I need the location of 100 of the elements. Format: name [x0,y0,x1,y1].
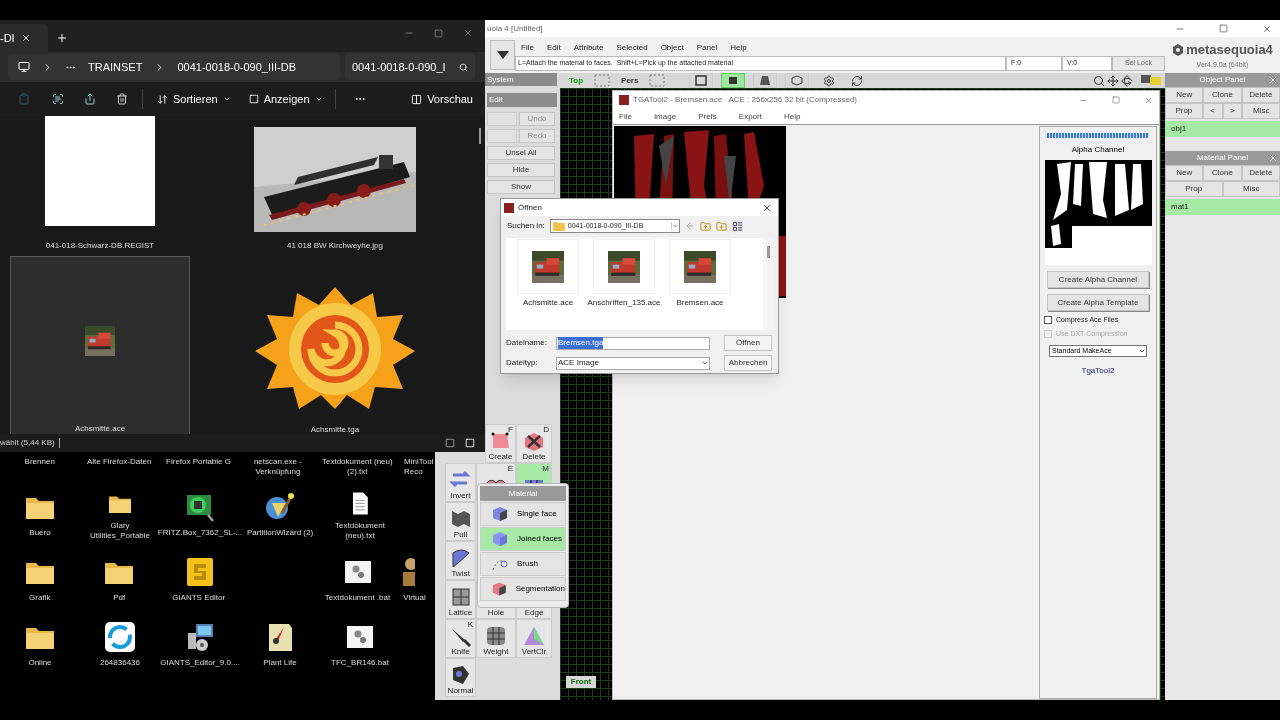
close-icon[interactable] [20,33,31,43]
desktop-icon-label[interactable]: MiniTool Reco [401,457,435,477]
desktop-icon-label[interactable]: Textdokument (neu).txt [320,521,400,541]
panel-button[interactable]: < [1202,103,1223,119]
dropdown-button[interactable] [490,40,515,70]
menu-item[interactable]: Attribute [573,42,604,54]
shading-button[interactable] [721,73,746,88]
desktop-icon-label[interactable]: Textdokument .bat [322,593,393,603]
desktop-icon-label[interactable]: Plant Life [261,658,299,668]
tool-button[interactable]: Twist [445,541,476,580]
action-button[interactable]: Create Alpha Template [1047,294,1149,311]
view-tab[interactable]: Pers [618,74,642,87]
desktop-icon-label[interactable]: Pdf [111,593,128,603]
maximize-icon[interactable] [1219,23,1228,33]
shading-button[interactable] [785,73,810,88]
action-button[interactable]: Create Alpha Channel [1047,271,1149,288]
shading-button[interactable] [753,73,778,88]
tiles-view-icon[interactable] [465,438,475,448]
tool-button[interactable]: K Knife [445,619,476,658]
cancel-button[interactable]: Abbrechen [724,355,772,371]
menu-item[interactable]: Object [660,42,684,54]
tool-button[interactable]: D Delete [516,424,552,463]
checkbox[interactable] [1044,316,1052,325]
edit-button[interactable]: Show [487,180,555,194]
tool-button[interactable]: Lattice [445,580,476,619]
desktop-icon-label[interactable]: netscan.exe - Verknüpfung [238,457,318,477]
menu-item[interactable]: File [521,42,534,54]
tool-button[interactable]: F Create [485,424,516,463]
move-icon[interactable] [1107,74,1119,87]
open-button[interactable]: Öffnen [724,335,772,351]
file-tile[interactable]: Achsmitte.ace [10,256,190,434]
desktop-icon-label[interactable]: Grafik [27,593,53,603]
panel-list-item[interactable]: obj1 [1165,121,1280,137]
file-tile[interactable]: 41 018 BW Kirchweyhe.jpg [245,116,425,254]
panel-button[interactable]: Delete [1241,87,1280,103]
tool-button[interactable]: Invert [445,463,476,502]
panel-button[interactable]: Prop [1165,103,1203,119]
new-tab-icon[interactable] [56,32,68,44]
refresh-icon[interactable] [851,74,864,87]
desktop-icon-label[interactable]: Textdokument (neu) (2).txt [317,457,398,477]
path-segment[interactable]: 0041-0018-0-090_III-DB [177,58,297,76]
shading-button[interactable] [689,73,714,88]
desktop-icon-label[interactable]: Buero [27,528,53,538]
panel-button[interactable]: > [1222,103,1243,119]
address-bar[interactable]: TRAINSET 0041-0018-0-090_III-DB [8,54,340,80]
file-tile[interactable]: 041-018-Schwarz-DB.REGIST [10,116,190,254]
panel-button[interactable]: Clone [1203,87,1242,103]
preview-button[interactable]: Vorschau [411,90,473,108]
menu-item[interactable]: Help [783,110,801,123]
view-button[interactable]: Anzeigen [248,90,323,108]
filetype-select[interactable]: ACE Image [556,356,710,370]
panel-button[interactable]: Misc [1242,103,1280,119]
menu-item[interactable]: Export [738,110,762,123]
menu-item[interactable]: Help [730,42,747,54]
menu-item[interactable]: Edit [546,42,561,54]
rename-icon[interactable] [52,93,64,105]
zoom-icon[interactable] [1093,74,1105,87]
material-option[interactable]: Brush [480,552,566,576]
tool-button[interactable]: VertClr [516,619,552,658]
desktop-icon-label[interactable]: Alte Firefox-Daten [79,457,159,477]
menu-item[interactable]: Panel [696,42,718,54]
details-view-icon[interactable] [445,438,455,448]
desktop-icon-label[interactable]: FRITZ.Box_7362_SL-... [155,528,245,538]
menu-item[interactable]: Selected [616,42,648,54]
menu-item[interactable]: Image [653,110,677,123]
desktop-icon-label[interactable]: Virtual [401,593,428,603]
material-option[interactable]: Single face [480,502,566,526]
edit-button[interactable]: Unsel All [487,146,555,160]
desktop-icon-label[interactable]: 264836436 [97,658,142,668]
desktop-icon-label[interactable]: GIANTS Editor [170,593,228,603]
settings-icon[interactable] [823,74,836,87]
desktop-icon-label[interactable]: Brennen [0,457,80,477]
delete-icon[interactable] [116,93,128,105]
desktop-icon-label[interactable]: GIANTS_Editor_9.0.... [158,658,242,668]
panel-button[interactable]: Delete [1241,165,1280,181]
rotate-icon[interactable] [1121,74,1133,87]
panel-list-item[interactable]: mat1 [1165,199,1280,215]
panel-button[interactable]: Misc [1222,181,1280,197]
dotted-frame-icon[interactable] [594,74,611,87]
tool-button[interactable]: Normal [445,658,476,697]
filename-field[interactable]: Bremsen.tga [556,336,710,350]
desktop-icon-label[interactable]: Firefox Portable G [158,457,239,477]
dotted-frame-icon[interactable] [649,74,666,87]
maximize-icon[interactable] [434,28,443,38]
menu-item[interactable]: File [619,110,632,123]
tool-button[interactable]: Pull [445,502,476,541]
material-option[interactable]: Segmentation [480,577,566,601]
viewport-label[interactable]: Front [566,676,596,688]
share-icon[interactable] [84,93,96,105]
panel-button[interactable]: Prop [1165,181,1223,197]
desktop-icon-label[interactable]: TFC_BR146.bat [329,658,391,668]
tool-button[interactable]: Weight [476,619,516,658]
panel-button[interactable]: New [1165,87,1204,103]
close-icon[interactable] [1262,23,1272,34]
file-tile[interactable]: Achsmitte.tga [245,256,425,434]
search-field[interactable]: 0041-0018-0-090_I [345,54,475,80]
panel-button[interactable]: Clone [1203,165,1242,181]
folder-tab[interactable]: -DI [0,24,48,52]
desktop-icon-label[interactable]: Online [26,658,54,668]
monitor-icon[interactable] [1141,74,1161,87]
